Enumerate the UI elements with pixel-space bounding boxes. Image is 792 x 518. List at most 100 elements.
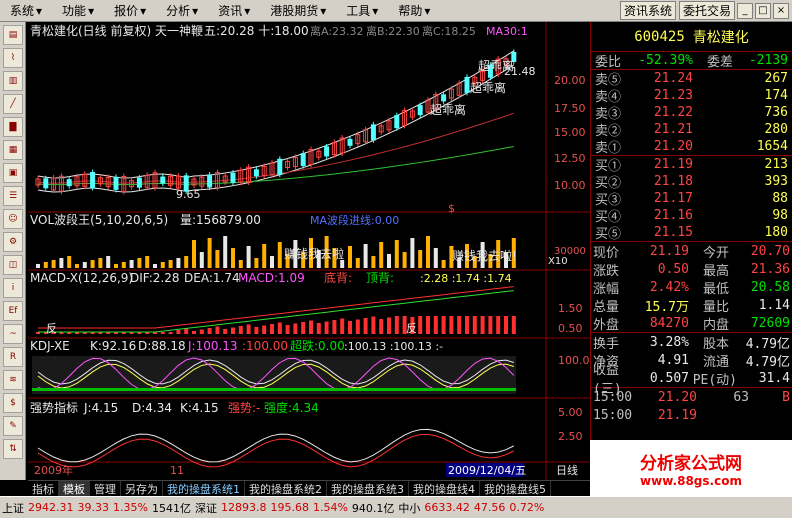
menu-help[interactable]: 帮助 ▾	[388, 2, 440, 19]
sh-label: 上证	[2, 501, 24, 515]
candle-body	[370, 124, 376, 141]
macd-label: 反	[46, 322, 57, 335]
tab-manage[interactable]: 管理	[90, 480, 121, 497]
bid-volume: 98	[772, 208, 788, 223]
ask-volume: 267	[764, 71, 788, 86]
macd-bar	[379, 319, 384, 334]
close-icon[interactable]: ×	[773, 2, 789, 19]
trend-icon[interactable]: ╱	[3, 94, 23, 114]
stat-label: 外盘	[593, 317, 620, 333]
news-icon[interactable]: ▦	[3, 140, 23, 160]
menu-quote[interactable]: 报价 ▾	[104, 2, 156, 19]
ma-icon[interactable]: ~	[3, 324, 23, 344]
stat-value: 20.70	[750, 243, 790, 259]
info-icon[interactable]: i	[3, 278, 23, 298]
price-axis-label: 17.50	[554, 102, 586, 115]
left-toolbar: ▤ ⌇ ▥ ╱ ▇ ▦ ▣ ☰ ☺ ⚙ ◫ i Ef ~ R ≋ $ ✎ ⇅	[0, 22, 26, 480]
candle-body	[464, 76, 470, 93]
tab-system-1[interactable]: 我的操盘系统1	[163, 480, 245, 497]
candle-body	[324, 146, 330, 157]
candle-body	[441, 94, 447, 102]
kline-icon[interactable]: ▥	[3, 71, 23, 91]
tab-line-4[interactable]: 我的操盘线4	[409, 480, 480, 497]
menu-tools[interactable]: 工具 ▾	[336, 2, 388, 19]
people-icon[interactable]: ☺	[3, 209, 23, 229]
volume-bar	[270, 256, 274, 268]
kdj-k: K:92.16	[90, 339, 136, 353]
kline-chart[interactable]: 青松建化(日线 前复权) 天一神鞭 五:20.28 十:18.00 离A:23.…	[28, 22, 590, 480]
volume-bar	[207, 238, 212, 268]
zx-percent: 0.72%	[509, 501, 545, 514]
sort-icon[interactable]: ⇅	[3, 439, 23, 459]
stat-row: 涨幅 2.42% 最低 20.58	[591, 278, 792, 297]
bid-label: 买⑤	[595, 227, 622, 242]
indicator-tabs: 指标 模板 管理 另存为 我的操盘系统1 我的操盘系统2 我的操盘系统3 我的操…	[28, 480, 590, 497]
macd-label: 反	[406, 322, 417, 335]
annotation-overbought: 超乖离	[470, 80, 506, 95]
formula-icon[interactable]: Ef	[3, 301, 23, 321]
tab-indicator[interactable]: 指标	[28, 480, 59, 497]
chart-extra-c: 离C:18.25	[422, 24, 476, 38]
stat-label: 涨跌	[593, 263, 620, 279]
volume-bar	[246, 246, 251, 268]
tab-system-3[interactable]: 我的操盘系统3	[327, 480, 409, 497]
menu-function[interactable]: 功能 ▾	[52, 2, 104, 19]
report-icon[interactable]: ▣	[3, 163, 23, 183]
period-label[interactable]: 日线	[556, 463, 578, 477]
volume-bar	[433, 248, 438, 268]
tick-time: 15:00	[593, 389, 633, 405]
bid-price: 21.18	[653, 174, 693, 189]
macd-bar	[348, 321, 352, 334]
volume-bar	[215, 250, 220, 268]
news-system-button[interactable]: 资讯系统	[619, 1, 676, 20]
bar-chart-icon[interactable]: ▇	[3, 117, 23, 137]
tab-save-as[interactable]: 另存为	[121, 480, 163, 497]
macd-bar	[309, 320, 313, 334]
macd-bar	[316, 323, 321, 334]
sz-change: 195.68	[270, 501, 309, 514]
menu-news[interactable]: 资讯 ▾	[208, 2, 260, 19]
money-icon[interactable]: $	[3, 393, 23, 413]
menu-label: 报价	[114, 4, 139, 18]
macd-axis-label: 0.50	[558, 322, 583, 335]
menu-hk-futures[interactable]: 港股期货 ▾	[260, 2, 336, 19]
weibi-row: 委比 -52.39% 委差 -2139	[591, 52, 792, 70]
calc-icon[interactable]: ☰	[3, 186, 23, 206]
macd-bar	[426, 316, 430, 334]
volume-bar	[129, 260, 134, 268]
menu-system[interactable]: 系统 ▾	[0, 2, 52, 19]
zx-index: 6633.42	[424, 501, 470, 514]
volume-bar	[176, 258, 181, 268]
tab-line-5[interactable]: 我的操盘线5	[480, 480, 551, 497]
macd-axis-label: 1.50	[558, 302, 583, 315]
tab-template[interactable]: 模板	[59, 480, 90, 497]
menu-label: 资讯	[218, 4, 243, 18]
trade-button[interactable]: 委托交易	[678, 1, 735, 20]
tab-system-2[interactable]: 我的操盘系统2	[245, 480, 327, 497]
macd-readout: :2.28 :1.74 :1.74	[420, 272, 512, 285]
macd-bar	[441, 316, 446, 334]
macd-bar	[184, 328, 189, 334]
stat-label: 现价	[593, 245, 620, 261]
volume-bar	[137, 258, 142, 268]
macd-bar	[215, 326, 220, 334]
minimize-icon[interactable]: _	[737, 2, 753, 19]
indicator-icon[interactable]: ≋	[3, 370, 23, 390]
volume-bar	[82, 262, 87, 268]
minute-chart-icon[interactable]: ⌇	[3, 48, 23, 68]
chart-type-icon[interactable]: ◫	[3, 255, 23, 275]
volume-bar	[363, 244, 368, 268]
stat-value: 4.79亿	[745, 354, 790, 370]
menu-analysis[interactable]: 分析 ▾	[156, 2, 208, 19]
ask-volume: 736	[764, 105, 788, 120]
gear-icon[interactable]: ⚙	[3, 232, 23, 252]
macd-bar	[176, 330, 181, 334]
price-axis-label: 12.50	[554, 152, 586, 165]
quote-list-icon[interactable]: ▤	[3, 25, 23, 45]
annotation-high: 21.48	[504, 65, 536, 78]
rsi-icon[interactable]: R	[3, 347, 23, 367]
maximize-icon[interactable]: □	[755, 2, 771, 19]
volume-bar	[223, 236, 228, 268]
stat-value: 0.507	[649, 370, 689, 386]
pen-icon[interactable]: ✎	[3, 416, 23, 436]
